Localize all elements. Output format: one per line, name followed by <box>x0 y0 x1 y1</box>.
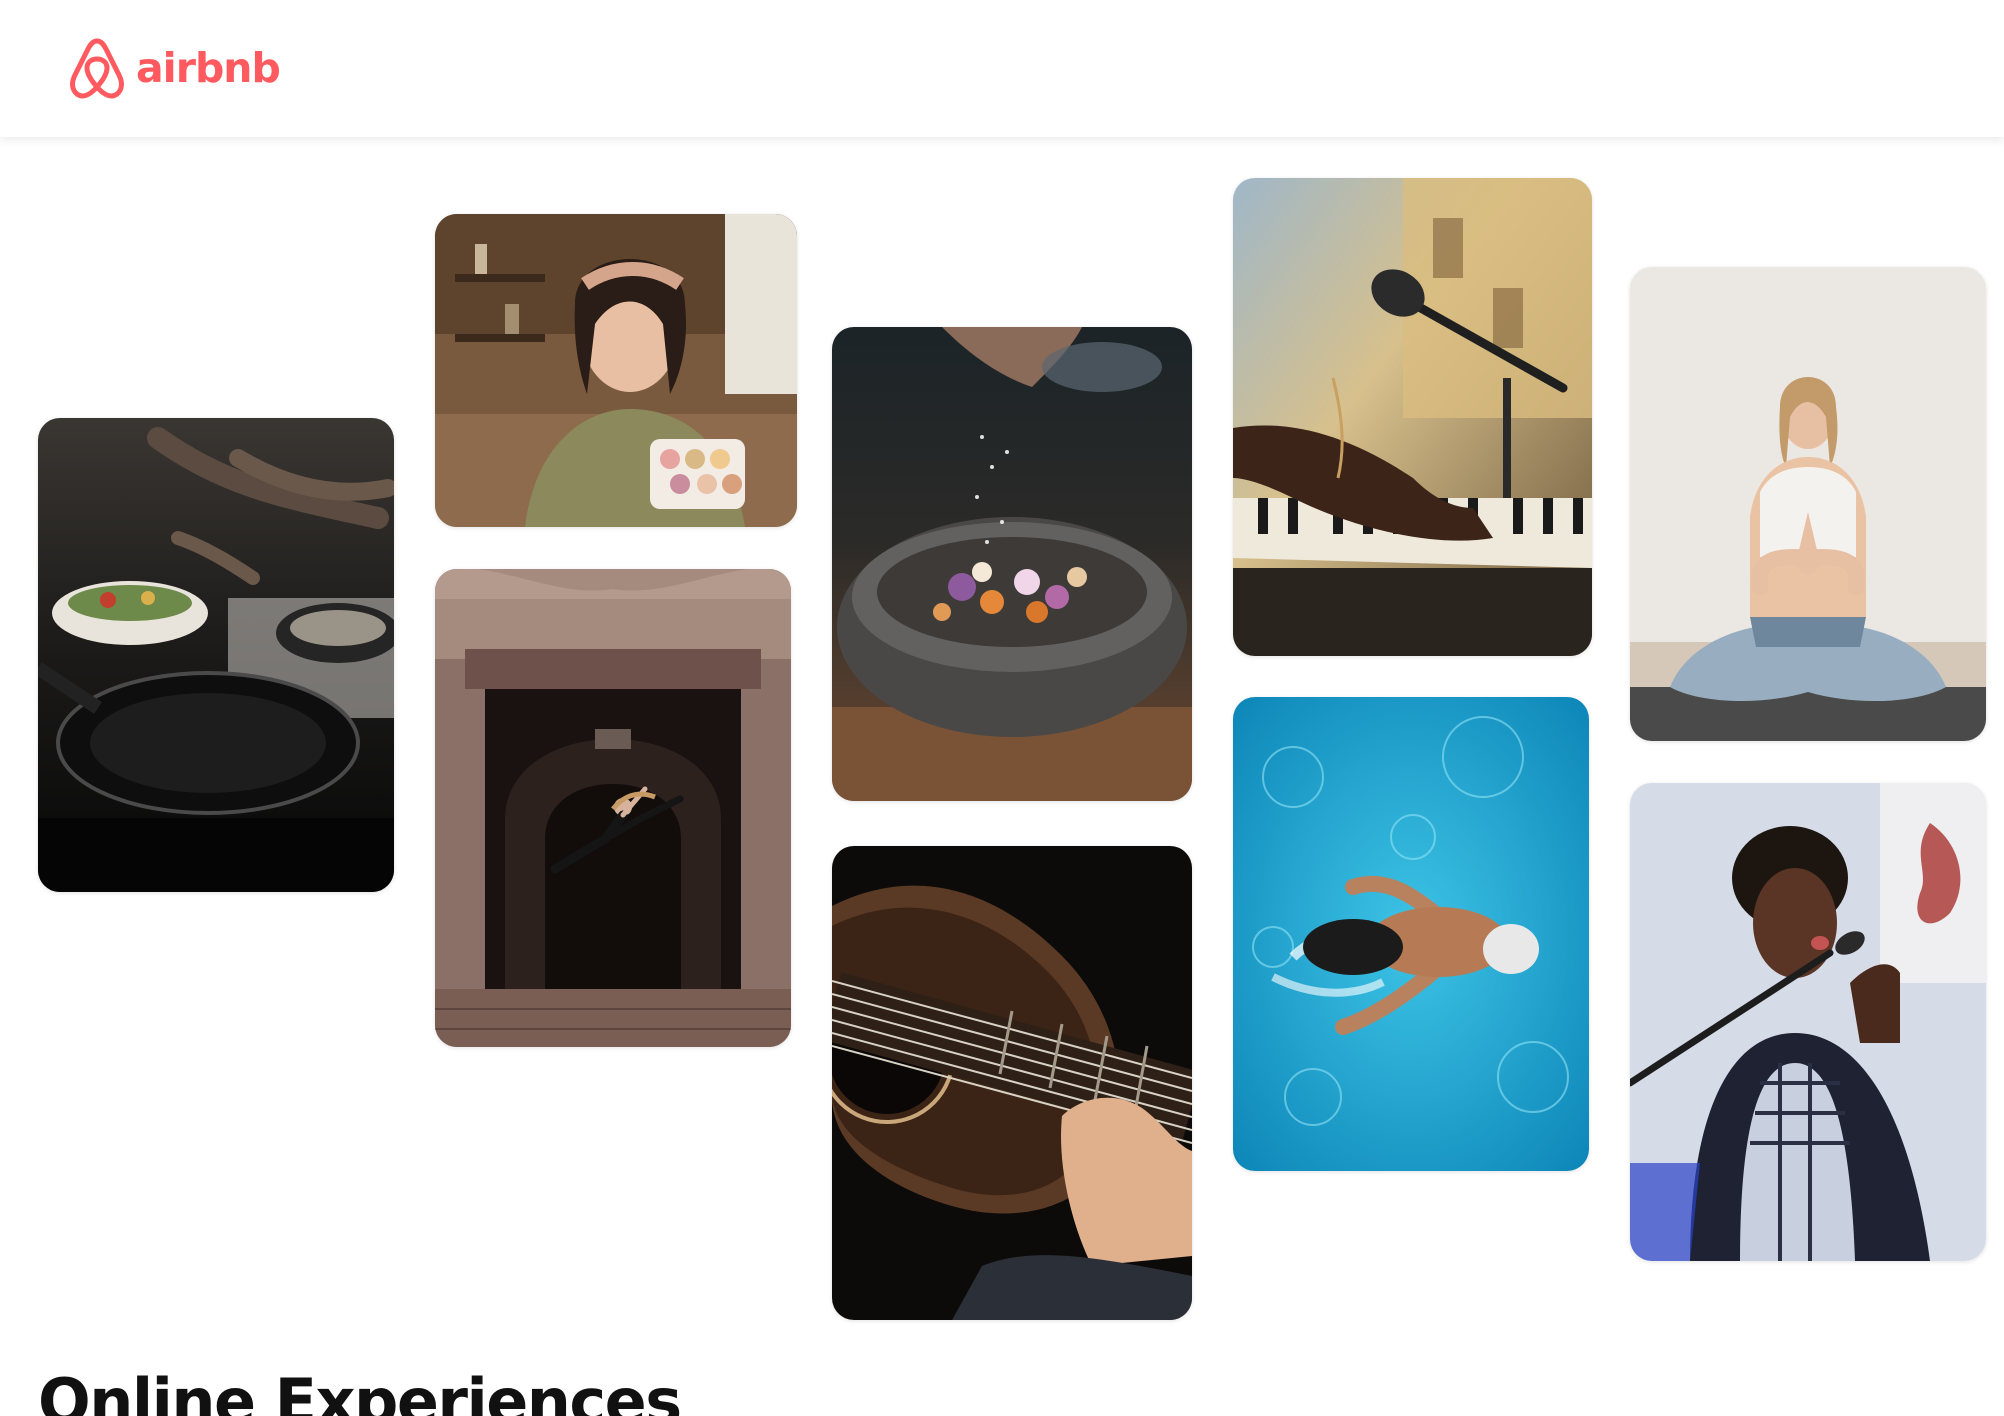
spice-bowl-image <box>832 327 1192 801</box>
photo-macarons-woman[interactable] <box>435 214 797 527</box>
top-header: airbnb <box>0 0 2004 137</box>
photo-piano-microphone[interactable] <box>1233 178 1592 656</box>
acoustic-guitar-image <box>832 846 1192 1320</box>
piano-microphone-image <box>1233 178 1592 656</box>
photo-cooking-pan[interactable] <box>38 418 394 892</box>
photo-swimmer-pool[interactable] <box>1233 697 1589 1171</box>
cooking-pan-image <box>38 418 394 892</box>
photo-yoga-meditation[interactable] <box>1630 267 1986 741</box>
airbnb-belo-icon <box>70 38 124 99</box>
swimmer-pool-image <box>1233 697 1589 1171</box>
singer-microphone-image <box>1630 783 1986 1261</box>
photo-spice-bowl[interactable] <box>832 327 1192 801</box>
dancer-archway-image <box>435 569 791 1047</box>
brand-wordmark: airbnb <box>136 44 281 92</box>
photo-dancer-archway[interactable] <box>435 569 791 1047</box>
section-title-online-experiences: Online Experiences <box>38 1365 682 1416</box>
airbnb-logo-link[interactable]: airbnb <box>68 36 281 100</box>
yoga-meditation-image <box>1630 267 1986 741</box>
photo-singer-microphone[interactable] <box>1630 783 1986 1261</box>
macarons-woman-image <box>435 214 797 527</box>
page: airbnb Online Experiences <box>0 0 2004 1416</box>
photo-acoustic-guitar[interactable] <box>832 846 1192 1320</box>
